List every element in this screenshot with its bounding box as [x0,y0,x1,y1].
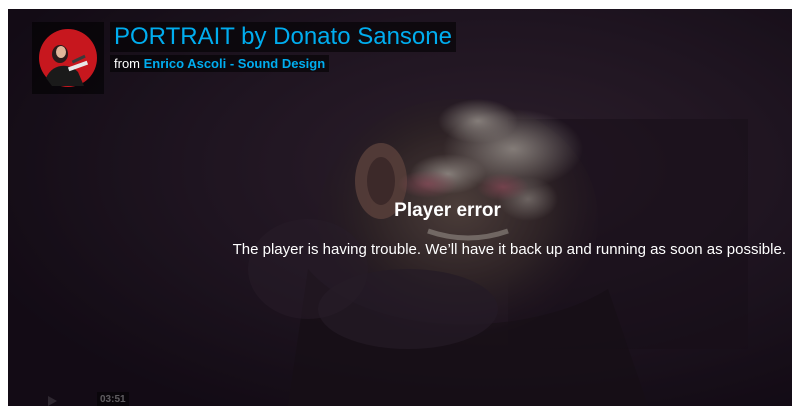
byline: from Enrico Ascoli - Sound Design [110,55,330,72]
video-header: PORTRAIT by Donato Sansone from Enrico A… [32,22,456,94]
video-player[interactable]: PORTRAIT by Donato Sansone from Enrico A… [8,9,792,406]
page: PORTRAIT by Donato Sansone from Enrico A… [0,0,792,406]
error-title: Player error [394,200,501,221]
headline: PORTRAIT by Donato Sansone from Enrico A… [110,22,456,72]
author-link[interactable]: Enrico Ascoli - Sound Design [144,56,326,71]
video-title-link[interactable]: PORTRAIT by Donato Sansone [110,22,456,52]
author-avatar[interactable] [32,22,104,94]
timecode: 03:51 [97,392,129,406]
avatar-portrait-icon [39,29,97,87]
byline-from-label: from [114,56,140,71]
error-message: The player is having trouble. We’ll have… [232,241,786,258]
play-icon[interactable] [48,396,57,406]
player-error: Player error The player is having troubl… [8,199,792,258]
player-controls: 03:51 [8,390,792,406]
